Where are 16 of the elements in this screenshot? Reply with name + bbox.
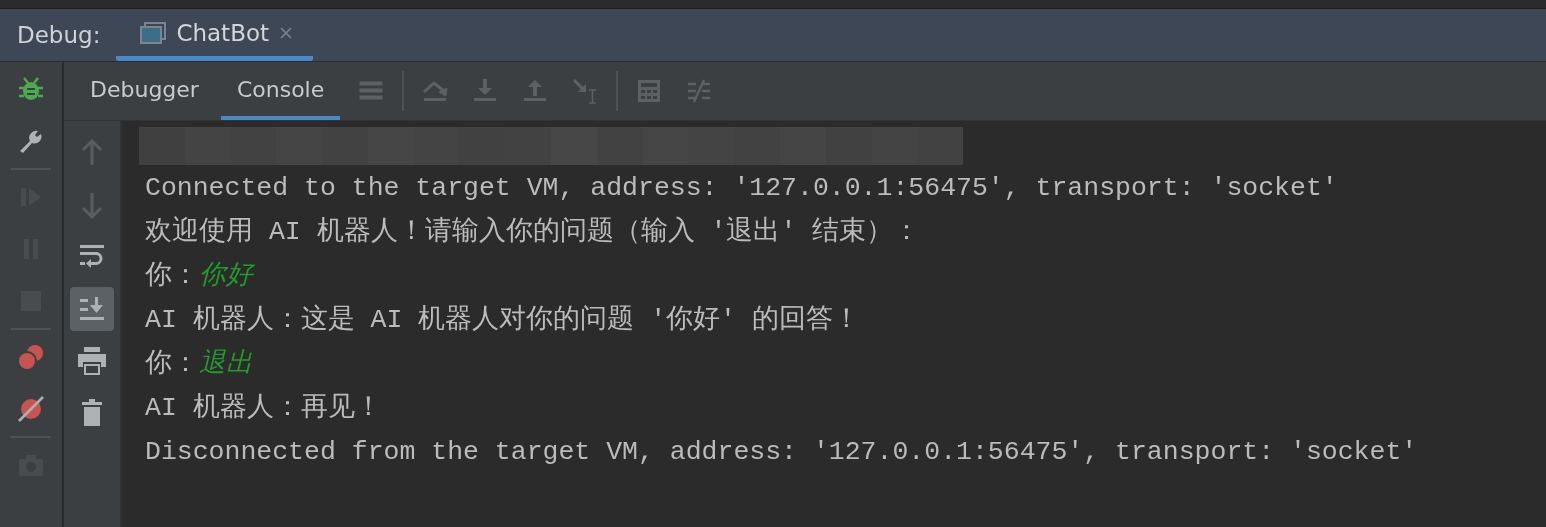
console-line: 欢迎使用 AI 机器人！请输入你的问题（输入 '退出' 结束）： (145, 215, 922, 249)
console-line: Disconnected from the target VM, address: '127.0.0.1:56475', transport: 'socket' (145, 436, 1419, 469)
panel-label: Debug: (16, 21, 102, 50)
window-icon (140, 21, 167, 44)
console-line: AI 机器人：这是 AI 机器人对你的问题 '你好' 的回答！ (145, 303, 861, 337)
console-line: AI 机器人：再见！ (145, 392, 383, 425)
input-prompt: 你： (145, 261, 199, 291)
breakpoints-icon[interactable] (16, 342, 46, 372)
console-line: Connected to the target VM, address: '127.0.0.1:56475', transport: 'socket' (145, 172, 1339, 205)
view-tab[interactable]: Debugger (74, 62, 215, 120)
mute-breakpoints-icon[interactable] (16, 394, 46, 424)
user-input-text: 你好 (199, 261, 253, 291)
user-input-text: 退出 (199, 349, 253, 379)
scroll-to-end-icon[interactable] (70, 287, 114, 331)
close-icon[interactable] (279, 25, 293, 40)
input-prompt: 你： (145, 349, 199, 379)
